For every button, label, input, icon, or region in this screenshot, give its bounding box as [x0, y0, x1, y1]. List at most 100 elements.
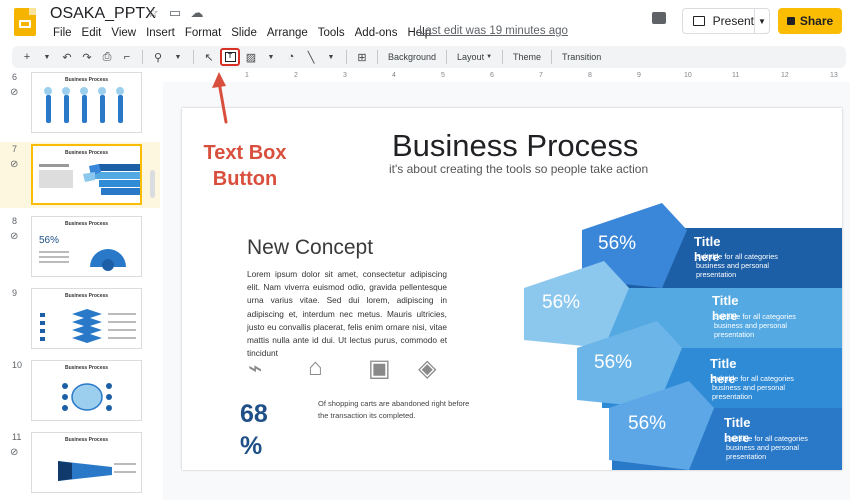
image-dropdown-icon[interactable]: ▼ [262, 47, 280, 67]
menu-view[interactable]: View [106, 25, 141, 41]
toolbar-divider [142, 50, 143, 64]
menu-tools[interactable]: Tools [313, 25, 350, 41]
zoom-icon[interactable]: ⚲ [149, 47, 167, 67]
slide-number: 6 [12, 72, 18, 82]
annotation-line-1: Text Box [203, 142, 287, 164]
menu-bar: File Edit View Insert Format Slide Arran… [48, 25, 436, 41]
theme-button[interactable]: Theme [509, 47, 545, 67]
band-1-title[interactable]: Title [694, 234, 721, 249]
zoom-dropdown-icon[interactable]: ▼ [169, 47, 187, 67]
band-3-desc[interactable]: Suitable for all categories business and… [712, 374, 822, 401]
thumbnail-preview[interactable]: Business Process 56% [31, 216, 142, 277]
menu-slide[interactable]: Slide [226, 25, 262, 41]
ruler-number: 12 [781, 72, 789, 79]
ruler-number: 3 [343, 72, 347, 79]
thumbnail-preview[interactable]: Business Process [31, 288, 142, 349]
ruler-number: 13 [830, 72, 838, 79]
menu-insert[interactable]: Insert [141, 25, 180, 41]
toolbar-divider [377, 50, 378, 64]
toolbar-divider [551, 50, 553, 64]
present-dropdown-icon[interactable]: ▼ [755, 17, 769, 26]
thumbnail-title: Business Process [64, 293, 109, 299]
ruler-number: 7 [539, 72, 543, 79]
share-button[interactable]: Share [778, 8, 842, 34]
menu-addons[interactable]: Add-ons [350, 25, 403, 41]
thumbnail-preview[interactable]: Business Process [31, 72, 142, 133]
lock-icon [786, 17, 795, 25]
band-4-desc[interactable]: Suitable for all categories business and… [726, 434, 836, 461]
link-icon: ⊘ [10, 447, 19, 458]
annotation-arrow [212, 72, 228, 124]
line-icon[interactable]: ╲ [302, 47, 320, 67]
band-4-title[interactable]: Title [724, 415, 751, 430]
band-2-percent[interactable]: 56% [542, 292, 580, 314]
ruler-number: 11 [732, 72, 740, 79]
last-edit-link[interactable]: Last edit was 19 minutes ago [419, 25, 568, 37]
slide-thumbnail-7[interactable]: 7 ⊘ Business Process [0, 142, 160, 208]
slide-thumbnail-6[interactable]: 6 ⊘ Business Process [0, 70, 160, 136]
cloud-status-icon[interactable]: ☁ [190, 6, 204, 20]
slides-logo-icon[interactable] [14, 8, 36, 36]
filmstrip-scrollbar[interactable] [150, 170, 155, 198]
slide-thumbnail-11[interactable]: 11 ⊘ Business Process [0, 430, 160, 496]
ruler-number: 10 [684, 72, 692, 79]
toolbar-divider [502, 50, 504, 64]
thumbnail-big-text: 56% [39, 235, 60, 246]
annotation-label: Text Box Button [200, 140, 290, 192]
toolbar-divider [346, 50, 347, 64]
thumbnail-title: Business Process [64, 221, 109, 227]
slide-number: 10 [12, 360, 23, 370]
link-icon: ⊘ [10, 87, 19, 98]
band-2-title[interactable]: Title [712, 293, 739, 308]
horizontal-ruler: 1 2 3 4 5 6 7 8 9 10 11 12 13 [165, 72, 850, 82]
menu-format[interactable]: Format [180, 25, 226, 41]
print-icon[interactable]: ⎙ [98, 47, 116, 67]
line-dropdown-icon[interactable]: ▼ [322, 47, 340, 67]
link-icon: ⊘ [10, 231, 19, 242]
present-button[interactable]: Present ▼ [682, 8, 770, 34]
slide-thumbnail-10[interactable]: 10 Business Process [0, 358, 160, 424]
comments-icon[interactable] [652, 12, 666, 24]
new-slide-dropdown-icon[interactable]: ▼ [38, 47, 56, 67]
menu-edit[interactable]: Edit [77, 25, 107, 41]
annotation-line-2: Button [212, 168, 278, 190]
present-label: Present [712, 14, 754, 28]
layout-button[interactable]: Layout ▼ [453, 47, 496, 67]
ruler-number: 2 [294, 72, 298, 79]
paint-format-icon[interactable]: ⌐ [118, 47, 136, 67]
thumbnail-title: Business Process [64, 437, 109, 443]
slide-filmstrip: 6 ⊘ Business Process 7 ⊘ Business Proces… [0, 70, 160, 500]
thumbnail-preview[interactable]: Business Process [31, 432, 142, 493]
star-icon[interactable]: ☆ [146, 6, 160, 20]
band-2-desc[interactable]: Suitable for all categories business and… [714, 312, 824, 339]
share-label: Share [799, 14, 834, 28]
app-header: OSAKA_PPTX ☆ ▭ ☁ File Edit View Insert F… [0, 0, 850, 44]
ruler-number: 8 [588, 72, 592, 79]
transition-button[interactable]: Transition [558, 47, 605, 67]
background-button[interactable]: Background [384, 47, 440, 67]
slide-thumbnail-9[interactable]: 9 Business Process [0, 286, 160, 352]
new-slide-icon[interactable]: + [18, 47, 36, 67]
move-folder-icon[interactable]: ▭ [168, 6, 182, 20]
document-title[interactable]: OSAKA_PPTX [50, 5, 156, 23]
layout-label: Layout [457, 52, 485, 62]
layout-dropdown-icon: ▼ [486, 54, 493, 60]
band-1-desc[interactable]: Suitable for all categories business and… [696, 252, 806, 279]
shape-icon[interactable]: ◔ [282, 47, 300, 67]
slide-number: 7 [12, 144, 18, 154]
thumbnail-preview[interactable]: Business Process [31, 144, 142, 205]
add-comment-icon[interactable]: ⊞ [353, 47, 371, 67]
menu-arrange[interactable]: Arrange [262, 25, 313, 41]
band-1-percent[interactable]: 56% [598, 233, 636, 255]
band-4-percent[interactable]: 56% [628, 413, 666, 435]
menu-file[interactable]: File [48, 25, 77, 41]
thumbnail-preview[interactable]: Business Process [31, 360, 142, 421]
band-3-percent[interactable]: 56% [594, 352, 632, 374]
slide-number: 9 [12, 288, 18, 298]
redo-icon[interactable]: ↷ [78, 47, 96, 67]
slide-number: 11 [12, 432, 22, 442]
band-3-title[interactable]: Title [710, 356, 737, 371]
slide-thumbnail-8[interactable]: 8 ⊘ Business Process 56% [0, 214, 160, 280]
toolbar: + ▼ ↶ ↷ ⎙ ⌐ ⚲ ▼ ↖ T ▨ ▼ ◔ ╲ ▼ ⊞ Backgrou… [12, 46, 846, 68]
undo-icon[interactable]: ↶ [58, 47, 76, 67]
